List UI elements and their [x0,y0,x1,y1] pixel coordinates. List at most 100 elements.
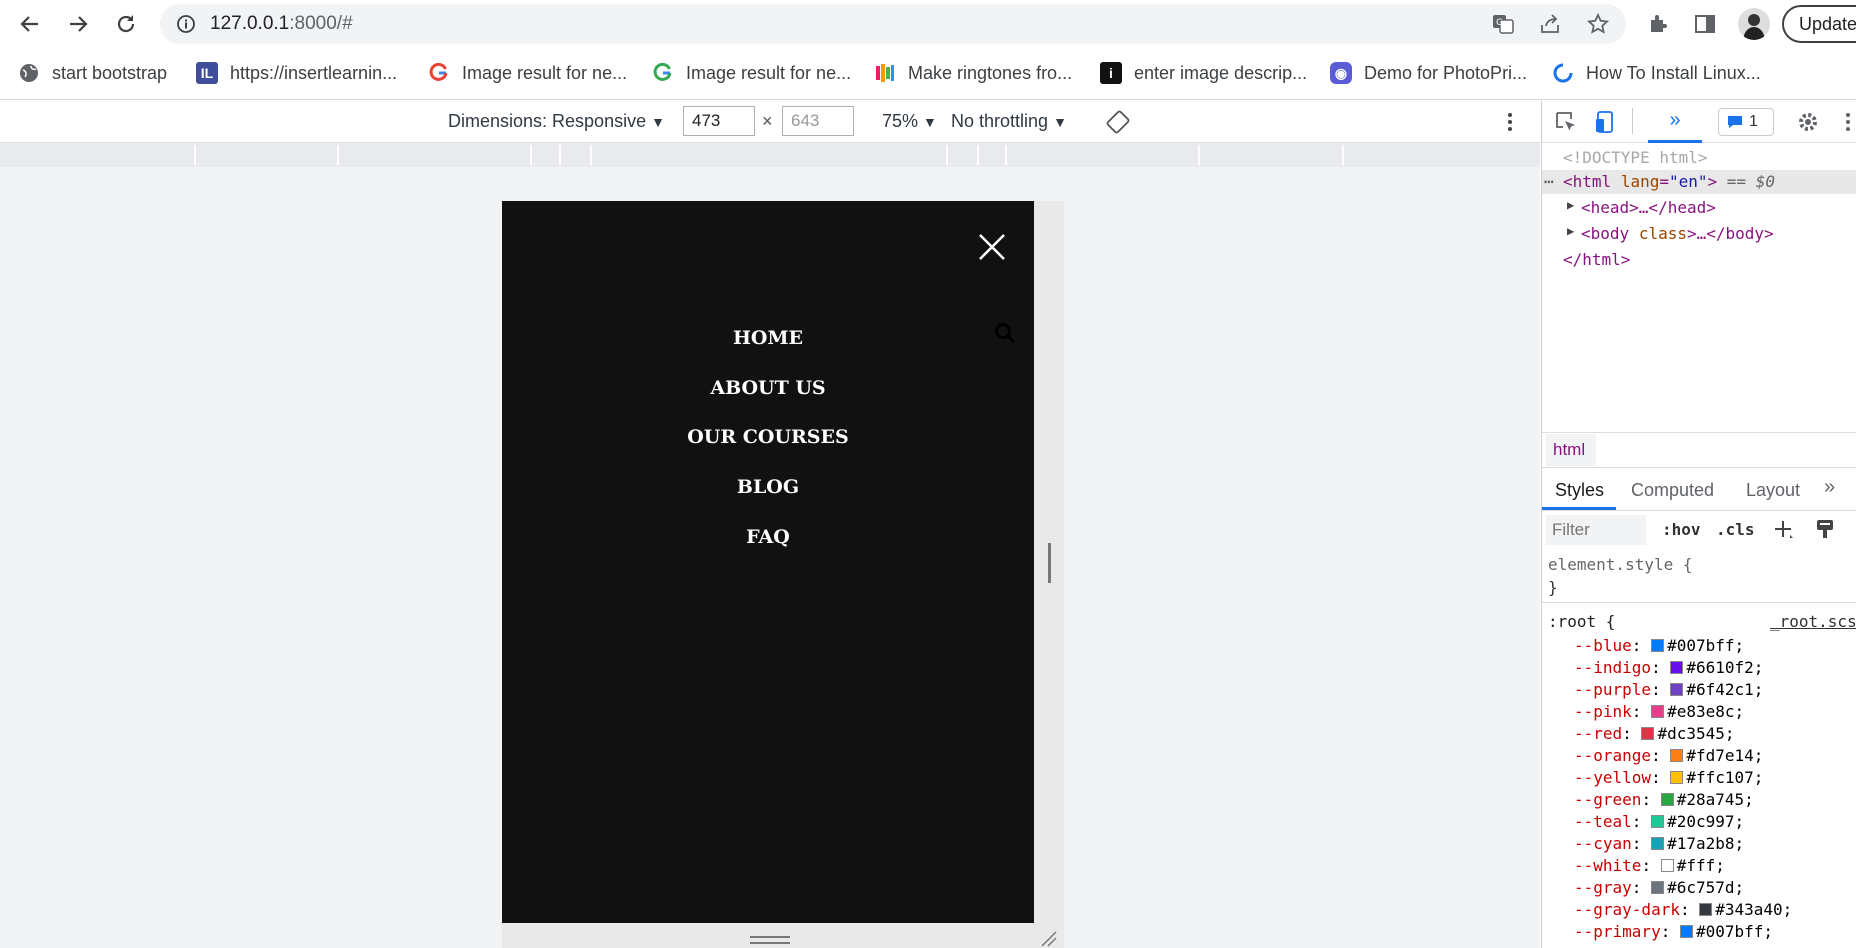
url-text[interactable]: 127.0.0.1:8000/# [210,13,353,35]
rotate-icon[interactable] [1106,110,1130,139]
color-swatch[interactable] [1641,727,1655,740]
body-node[interactable]: <body class>…</body> [1581,224,1774,243]
var-name: --red [1574,724,1623,743]
var-name: --pink [1574,702,1632,721]
color-swatch[interactable] [1660,793,1674,806]
color-swatch[interactable] [1660,859,1674,872]
color-swatch[interactable] [1670,661,1684,674]
html-end-node[interactable]: </html> [1563,250,1630,269]
more-options-icon[interactable] [1506,111,1514,138]
bookmark-item[interactable]: start bootstrap [18,58,167,88]
extensions-puzzle-icon[interactable] [1644,10,1674,38]
css-var-row[interactable]: --white: #fff; [1574,856,1725,875]
close-menu-icon[interactable] [977,232,1007,267]
color-swatch[interactable] [1670,771,1684,784]
css-var-row[interactable]: --primary: #007bff; [1574,922,1773,941]
side-panel-icon[interactable] [1690,10,1720,38]
expand-triangle-icon[interactable]: ▶ [1567,198,1574,212]
color-swatch[interactable] [1651,815,1665,828]
bookmark-item[interactable]: ◉ Demo for PhotoPri... [1330,58,1527,88]
forward-button[interactable] [62,10,94,38]
css-var-row[interactable]: --yellow: #ffc107; [1574,768,1763,787]
menu-item-our-courses[interactable]: OUR COURSES [502,426,1034,448]
styles-filter-input[interactable] [1546,515,1646,545]
more-tabs-chevron-icon[interactable]: » [1648,104,1702,143]
site-info-icon[interactable] [176,14,196,39]
address-bar[interactable] [160,4,1626,44]
ruler-divider [977,145,979,165]
device-height-input[interactable]: 643 [782,106,854,136]
css-var-row[interactable]: --teal: #20c997; [1574,812,1744,831]
element-style-selector[interactable]: element.style { [1548,555,1693,574]
issues-counter-button[interactable]: 1 [1718,108,1774,136]
bookmark-item[interactable]: Image result for ne... [428,58,627,88]
html-node[interactable]: <html lang="en"> == $0 [1563,172,1775,191]
color-swatch[interactable] [1651,837,1665,850]
css-var-row[interactable]: --orange: #fd7e14; [1574,746,1763,765]
devtools-menu-icon[interactable] [1844,112,1852,139]
dimensions-dropdown[interactable]: Dimensions: Responsive ▼ [448,111,665,132]
css-var-row[interactable]: --red: #dc3545; [1574,724,1735,743]
bookmark-star-icon[interactable] [1583,10,1613,38]
back-button[interactable] [14,10,46,38]
breadcrumb-html[interactable]: html [1546,434,1596,466]
css-var-row[interactable]: --purple: #6f42c1; [1574,680,1763,699]
color-swatch[interactable] [1679,925,1693,938]
zoom-dropdown[interactable]: 75% ▼ [882,111,937,132]
color-swatch[interactable] [1651,639,1665,652]
color-swatch[interactable] [1699,903,1713,916]
device-toggle-icon[interactable] [1594,110,1618,139]
tab-computed[interactable]: Computed [1631,480,1714,501]
menu-item-home[interactable]: HOME [502,327,1034,349]
color-swatch[interactable] [1670,749,1684,762]
corner-resize-icon[interactable] [1040,930,1058,948]
css-var-row[interactable]: --indigo: #6610f2; [1574,658,1763,677]
computed-styles-sidebar-icon[interactable] [1814,518,1836,545]
bookmark-item[interactable]: Make ringtones fro... [874,58,1072,88]
doctype-node[interactable]: <!DOCTYPE html> [1563,148,1708,167]
translate-icon[interactable]: G [1488,10,1518,38]
bookmark-label: Demo for PhotoPri... [1364,62,1528,83]
share-icon[interactable] [1535,10,1565,38]
reload-button[interactable] [110,10,142,38]
color-swatch[interactable] [1651,705,1665,718]
bookmark-item[interactable]: How To Install Linux... [1552,58,1761,88]
hover-state-toggle[interactable]: :hov [1662,520,1701,539]
css-var-row[interactable]: --pink: #e83e8c; [1574,702,1744,721]
css-var-row[interactable]: --cyan: #17a2b8; [1574,834,1744,853]
root-selector[interactable]: :root { [1548,612,1615,631]
css-var-row[interactable]: --blue: #007bff; [1574,636,1744,655]
body-tag-rest: >…</body> [1686,224,1774,243]
device-width-input[interactable]: 473 [683,106,755,136]
root-source-link[interactable]: _root.scss [1770,612,1856,631]
inspect-element-icon[interactable] [1554,110,1578,139]
menu-item-blog[interactable]: BLOG [502,476,1034,498]
css-var-row[interactable]: --gray-dark: #343a40; [1574,900,1792,919]
bookmark-item[interactable]: IL https://insertlearnin... [196,58,397,88]
resize-grip-icon [750,942,790,944]
css-var-row[interactable]: --green: #28a745; [1574,790,1754,809]
tab-layout[interactable]: Layout [1746,480,1800,501]
throttling-dropdown[interactable]: No throttling ▼ [951,111,1067,132]
expand-triangle-icon[interactable]: ▶ [1567,224,1574,238]
color-swatch[interactable] [1651,881,1665,894]
more-panes-chevron-icon[interactable]: » [1824,476,1835,499]
head-node[interactable]: <head>…</head> [1581,198,1716,217]
css-var-row[interactable]: --gray: #6c757d; [1574,878,1744,897]
color-swatch[interactable] [1670,683,1684,696]
menu-item-about-us[interactable]: ABOUT US [502,377,1034,399]
update-button[interactable]: Update [1782,5,1856,43]
var-value: #17a2b8; [1667,834,1745,853]
var-value: #6f42c1; [1686,680,1764,699]
settings-gear-icon[interactable] [1796,110,1820,139]
tab-styles[interactable]: Styles [1542,470,1616,510]
media-query-ruler[interactable] [0,143,1540,167]
bookmark-item[interactable]: i enter image descrip... [1100,58,1307,88]
class-toggle[interactable]: .cls [1716,520,1755,539]
new-style-rule-icon[interactable] [1772,518,1794,545]
var-name: --gray-dark [1574,900,1680,919]
ruler-divider [337,145,339,165]
bookmark-item[interactable]: Image result for ne... [652,58,851,88]
menu-item-faq[interactable]: FAQ [502,526,1034,548]
profile-avatar[interactable] [1738,8,1770,40]
